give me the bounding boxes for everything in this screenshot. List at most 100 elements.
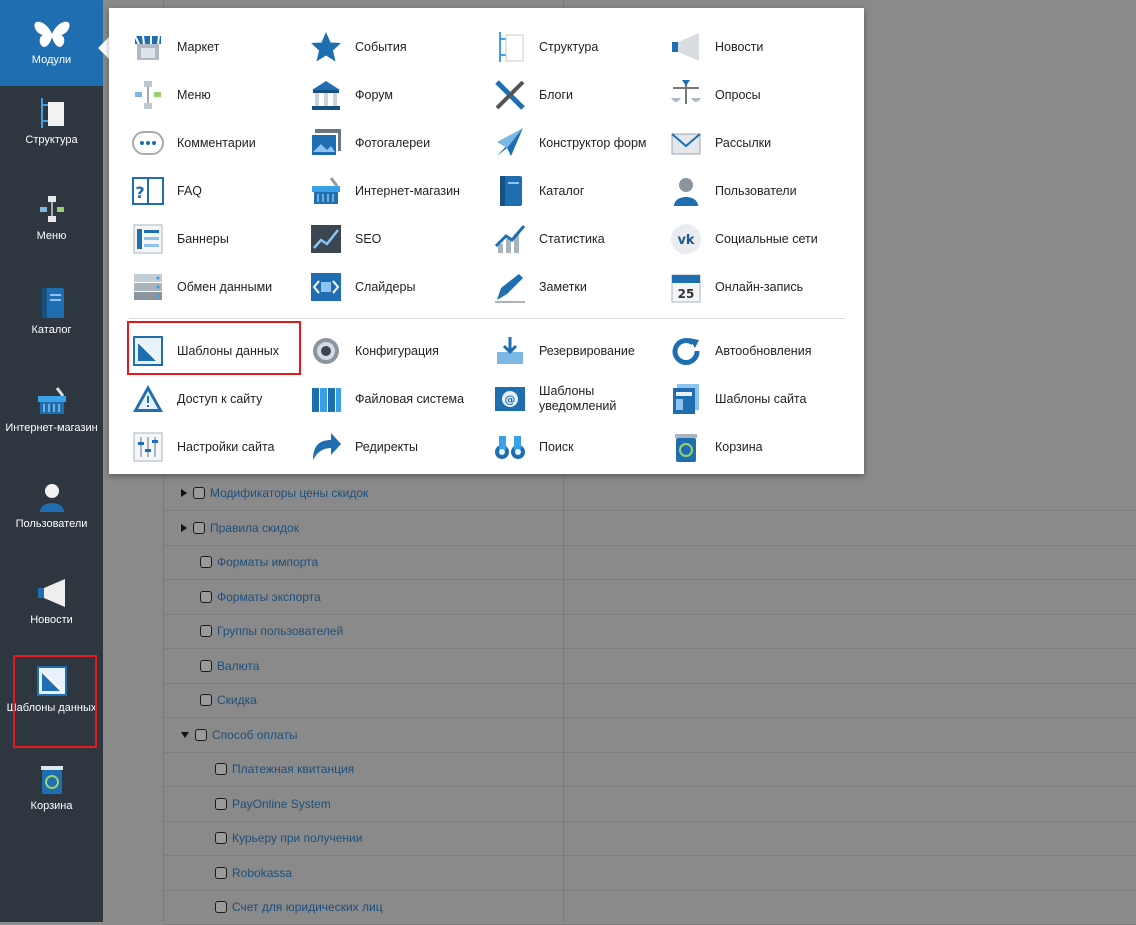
tree-row[interactable]: Валюта xyxy=(163,649,1136,684)
caret-right-icon[interactable] xyxy=(181,523,187,532)
row-checkbox[interactable] xyxy=(193,521,205,534)
tree-row-label[interactable]: Группы пользователей xyxy=(217,624,343,638)
tree-row-label[interactable]: Курьеру при получении xyxy=(232,831,362,845)
module-statistics[interactable]: Статистика xyxy=(493,222,673,256)
module-warning-sign[interactable]: Доступ к сайту xyxy=(131,382,311,416)
module-file-system[interactable]: Файловая система xyxy=(309,382,489,416)
row-checkbox[interactable] xyxy=(200,590,212,603)
module-notes[interactable]: Заметки xyxy=(493,270,673,304)
tree-row[interactable]: Форматы экспорта xyxy=(163,580,1136,615)
tree-row[interactable]: Модификаторы цены скидок xyxy=(163,476,1136,511)
tree-row-label[interactable]: Способ оплаты xyxy=(212,728,298,742)
sidebar-item-trash[interactable]: Корзина xyxy=(0,762,103,813)
module-label: FAQ xyxy=(177,183,203,198)
sidebar-item-modules[interactable]: Модули xyxy=(0,0,103,86)
sidebar-item-users[interactable]: Пользователи xyxy=(0,480,103,531)
module-pen-pencil[interactable]: Блоги xyxy=(493,78,673,112)
sidebar-item-menu[interactable]: Меню xyxy=(0,192,103,243)
row-checkbox[interactable] xyxy=(195,728,207,741)
sidebar-item-label: Шаблоны данных xyxy=(6,702,97,714)
module-vk[interactable]: vk Социальные сети xyxy=(669,222,849,256)
module-market-stall[interactable]: Маркет xyxy=(131,30,311,64)
row-checkbox[interactable] xyxy=(215,797,227,810)
module-label: Фотогалереи xyxy=(355,135,431,150)
sidebar-item-catalog[interactable]: Каталог xyxy=(0,286,103,337)
megaphone-icon xyxy=(37,579,65,607)
row-checkbox[interactable] xyxy=(200,659,212,672)
tree-row-label[interactable]: Валюта xyxy=(217,659,259,673)
tree-row-label[interactable]: PayOnline System xyxy=(232,797,331,811)
module-backup[interactable]: Резервирование xyxy=(493,334,673,368)
module-refresh[interactable]: Автообновления xyxy=(669,334,849,368)
tree-row-label[interactable]: Модификаторы цены скидок xyxy=(210,486,368,500)
module-binoculars[interactable]: Поиск xyxy=(493,430,673,464)
sidebar-item-shop[interactable]: Интернет-магазин xyxy=(0,384,103,435)
module-speech-bubble[interactable]: Комментарии xyxy=(131,126,311,160)
row-checkbox[interactable] xyxy=(193,487,205,499)
module-scales[interactable]: Опросы xyxy=(669,78,849,112)
module-paper-plane[interactable]: Конструктор форм xyxy=(493,126,673,160)
module-label: Шаблоны сайта xyxy=(715,391,807,406)
module-label: Баннеры xyxy=(177,231,229,246)
tree-row[interactable]: Платежная квитанция xyxy=(163,752,1136,787)
module-calendar[interactable]: 25 Онлайн-запись xyxy=(669,270,849,304)
tree-row[interactable]: Группы пользователей xyxy=(163,614,1136,649)
tree-row-label[interactable]: Правила скидок xyxy=(210,521,299,535)
sidebar-item-news[interactable]: Новости xyxy=(0,576,103,627)
module-structure[interactable]: Структура xyxy=(493,30,673,64)
module-settings-sliders[interactable]: Настройки сайта xyxy=(131,430,311,464)
module-shopping-basket[interactable]: Интернет-магазин xyxy=(309,174,489,208)
module-star[interactable]: События xyxy=(309,30,489,64)
module-building[interactable]: Форум xyxy=(309,78,489,112)
sidebar-item-data-templates[interactable]: Шаблоны данных xyxy=(0,664,103,715)
row-checkbox[interactable] xyxy=(215,866,227,879)
caret-right-icon[interactable] xyxy=(181,489,187,497)
module-megaphone[interactable]: Новости xyxy=(669,30,849,64)
sidebar-item-label: Корзина xyxy=(30,800,73,812)
module-notification-envelope[interactable]: @ Шаблоны уведомлений xyxy=(493,382,673,416)
module-gear[interactable]: Конфигурация xyxy=(309,334,489,368)
module-menu-tree[interactable]: Меню xyxy=(131,78,311,112)
structure-icon xyxy=(499,32,524,62)
tree-row[interactable]: Способ оплаты xyxy=(163,718,1136,753)
tree-row[interactable]: PayOnline System xyxy=(163,787,1136,822)
tree-row-label[interactable]: Скидка xyxy=(217,693,257,707)
module-user[interactable]: Пользователи xyxy=(669,174,849,208)
tree-row[interactable]: Скидка xyxy=(163,683,1136,718)
tree-row-label[interactable]: Платежная квитанция xyxy=(232,762,354,776)
module-redirect-arrow[interactable]: Редиректы xyxy=(309,430,489,464)
tree-row-label[interactable]: Счет для юридических лиц xyxy=(232,900,383,914)
caret-down-icon[interactable] xyxy=(181,731,189,738)
tree-row[interactable]: Правила скидок xyxy=(163,511,1136,546)
row-checkbox[interactable] xyxy=(200,625,212,637)
row-checkbox[interactable] xyxy=(215,832,227,844)
module-label: Поиск xyxy=(539,439,574,454)
statistics-icon xyxy=(494,225,526,253)
module-data-templates[interactable]: Шаблоны данных xyxy=(131,334,311,368)
vk-icon: vk xyxy=(671,224,701,254)
row-checkbox[interactable] xyxy=(215,763,227,775)
module-catalog-book[interactable]: Каталог xyxy=(493,174,673,208)
sidebar-item-structure[interactable]: Структура xyxy=(0,96,103,147)
row-checkbox[interactable] xyxy=(200,556,212,568)
module-photo-gallery[interactable]: Фотогалереи xyxy=(309,126,489,160)
module-banners[interactable]: Баннеры xyxy=(131,222,311,256)
module-book-question[interactable]: ? FAQ xyxy=(131,174,311,208)
tree-row-label[interactable]: Форматы импорта xyxy=(217,555,318,569)
tree-row[interactable]: Счет для юридических лиц xyxy=(163,890,1136,925)
user-icon xyxy=(674,178,698,206)
tree-row[interactable]: Курьеру при получении xyxy=(163,821,1136,856)
row-checkbox[interactable] xyxy=(200,694,212,706)
module-trash[interactable]: Корзина xyxy=(669,430,849,464)
module-site-templates[interactable]: Шаблоны сайта xyxy=(669,382,849,416)
module-seo-chart[interactable]: SEO xyxy=(309,222,489,256)
tree-row[interactable]: Форматы импорта xyxy=(163,545,1136,580)
module-server[interactable]: Обмен данными xyxy=(131,270,311,304)
tree-row-label[interactable]: Форматы экспорта xyxy=(217,590,321,604)
tree-row-label[interactable]: Robokassa xyxy=(232,866,292,880)
module-slider[interactable]: Слайдеры xyxy=(309,270,489,304)
speech-bubble-icon xyxy=(132,131,164,155)
row-checkbox[interactable] xyxy=(215,901,227,913)
module-envelope[interactable]: Рассылки xyxy=(669,126,849,160)
tree-row[interactable]: Robokassa xyxy=(163,856,1136,891)
